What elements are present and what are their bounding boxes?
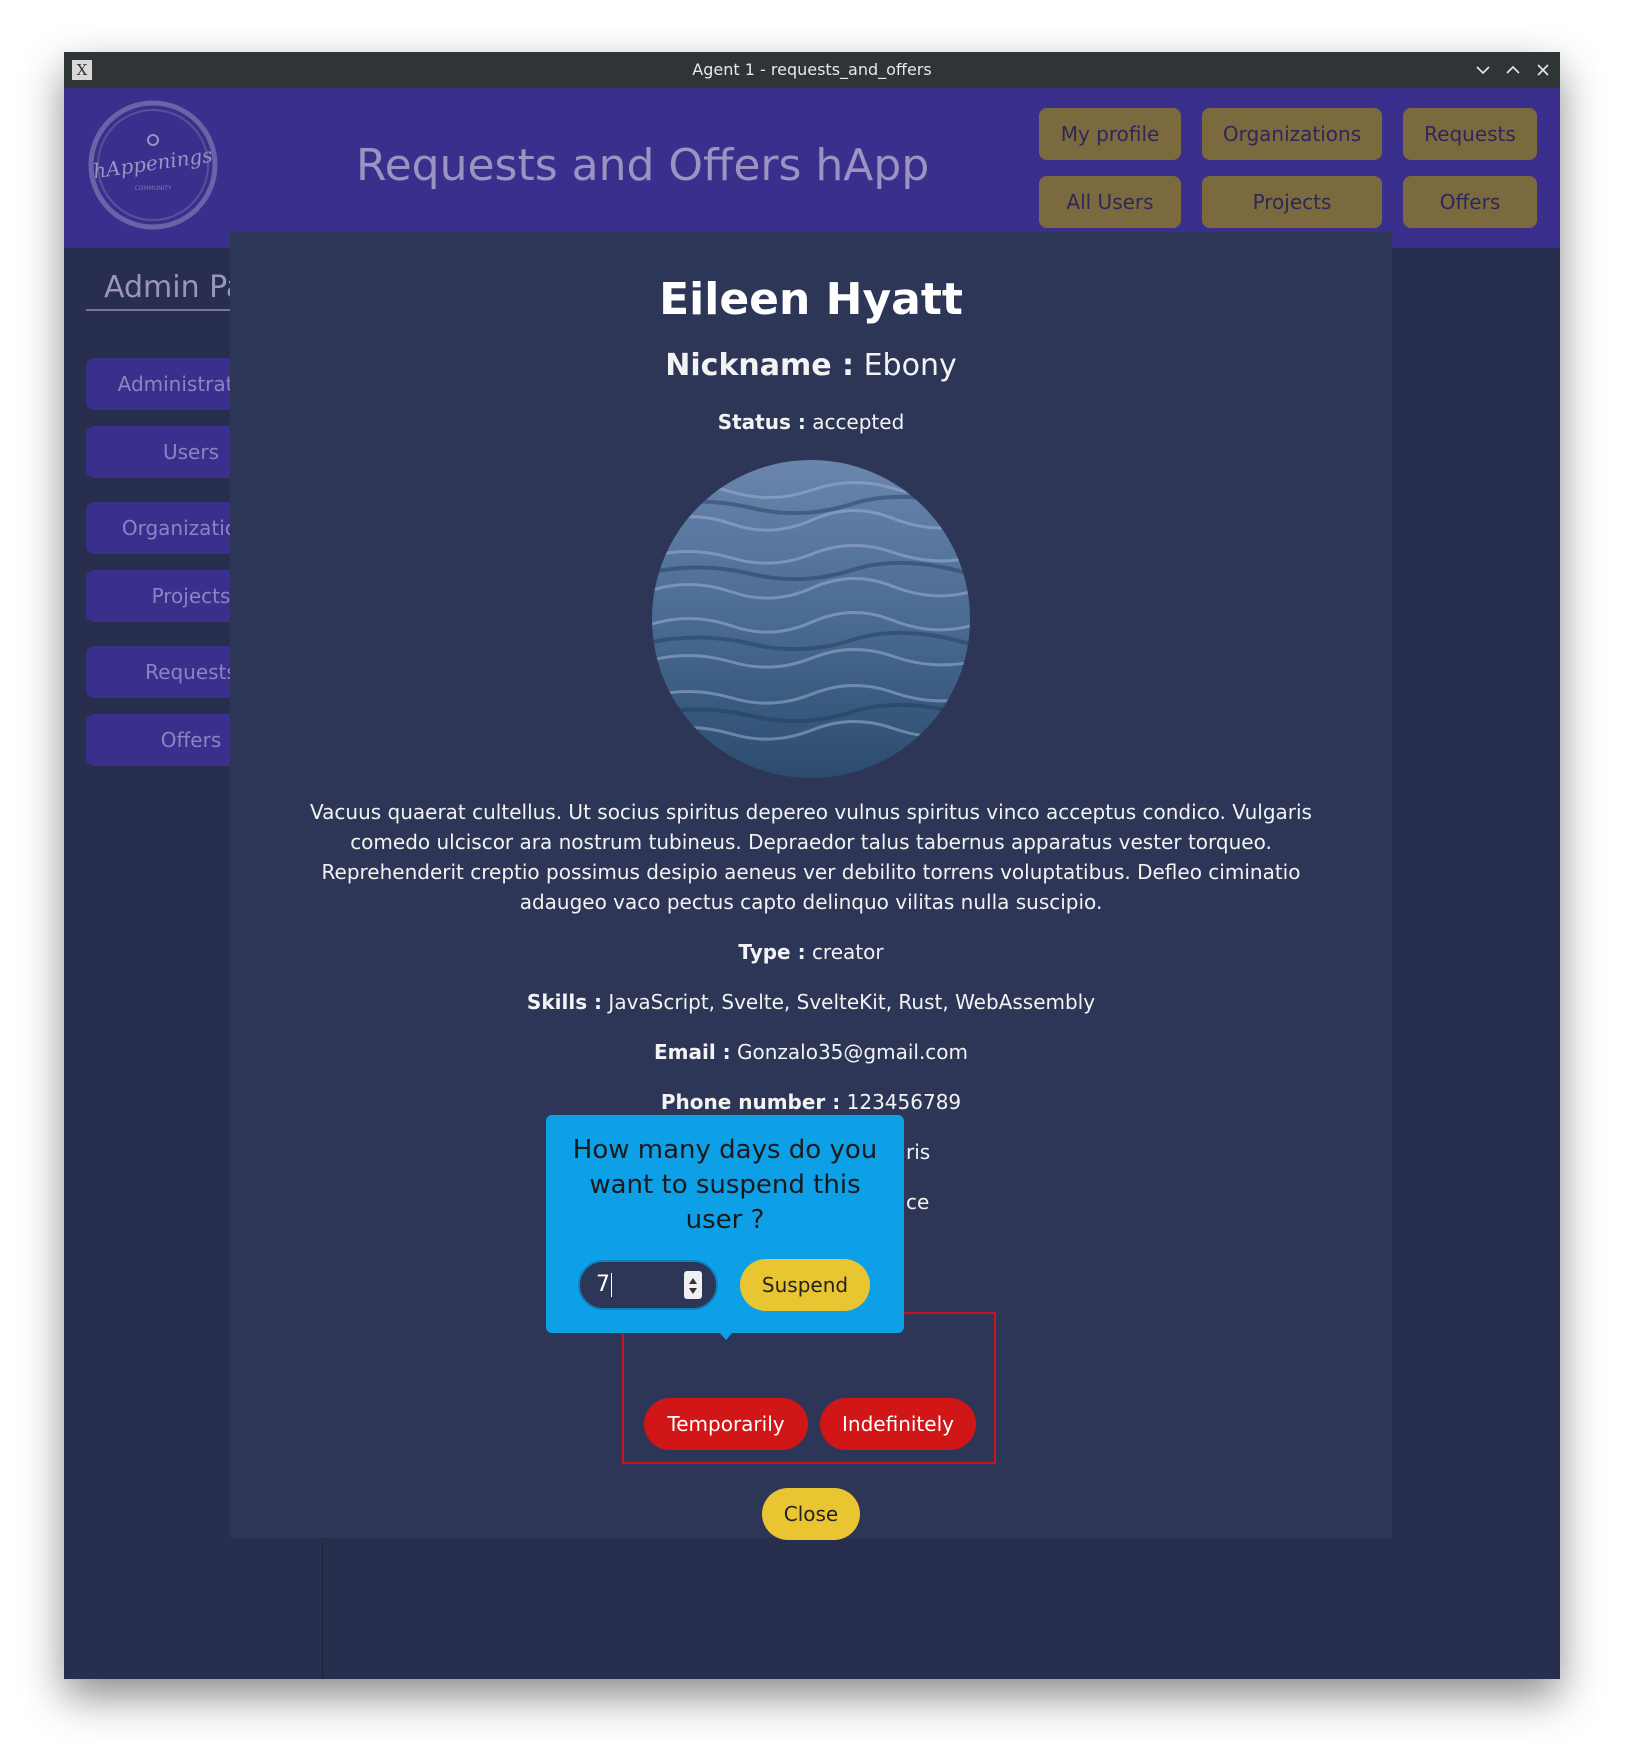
suspend-days-value: 7 bbox=[596, 1272, 610, 1297]
popover-arrow bbox=[718, 1331, 734, 1340]
nav-projects-button[interactable]: Projects bbox=[1202, 176, 1382, 228]
avatar bbox=[652, 460, 970, 778]
skills-value: JavaScript, Svelte, SvelteKit, Rust, Web… bbox=[608, 990, 1096, 1014]
partially-hidden-field-2: ce bbox=[906, 1190, 930, 1214]
user-name: Eileen Hyatt bbox=[659, 274, 963, 325]
suspend-days-question: How many days do you want to suspend thi… bbox=[572, 1135, 878, 1235]
logo-text: hAppenings bbox=[92, 143, 214, 183]
nav-my-profile-button[interactable]: My profile bbox=[1039, 108, 1181, 160]
type-label: Type : bbox=[738, 940, 806, 964]
happenings-logo[interactable]: hAppenings COMMUNITY bbox=[86, 98, 220, 232]
nickname-value: Ebony bbox=[863, 348, 957, 383]
number-stepper-icon[interactable] bbox=[684, 1271, 702, 1299]
suspend-indefinitely-button[interactable]: Indefinitely bbox=[820, 1398, 976, 1450]
status-value: accepted bbox=[812, 410, 905, 434]
nav-offers-button[interactable]: Offers bbox=[1403, 176, 1537, 228]
suspend-days-input[interactable]: 7 bbox=[578, 1260, 718, 1310]
type-value: creator bbox=[811, 940, 884, 964]
suspend-temporarily-button[interactable]: Temporarily bbox=[644, 1398, 808, 1450]
phone-line: Phone number : 123456789 bbox=[230, 1090, 1392, 1114]
nav-organizations-button[interactable]: Organizations bbox=[1202, 108, 1382, 160]
avatar-water-image bbox=[652, 460, 970, 778]
close-modal-button[interactable]: Close bbox=[762, 1488, 860, 1540]
user-bio: Vacuus quaerat cultellus. Ut socius spir… bbox=[310, 800, 1312, 914]
type-line: Type : creator bbox=[230, 940, 1392, 964]
app-title: Requests and Offers hApp bbox=[356, 140, 930, 191]
status-line: Status : accepted bbox=[230, 410, 1392, 434]
skills-label: Skills : bbox=[526, 990, 603, 1014]
app-header: hAppenings COMMUNITY Requests and Offers… bbox=[64, 88, 1560, 248]
suspend-button[interactable]: Suspend bbox=[740, 1259, 870, 1311]
user-profile-modal: Eileen Hyatt Nickname : Ebony Status : a… bbox=[230, 232, 1392, 1540]
logo-subtext: COMMUNITY bbox=[134, 185, 172, 192]
partially-hidden-field-1: ris bbox=[906, 1140, 931, 1164]
email-value: Gonzalo35@gmail.com bbox=[737, 1040, 969, 1064]
close-window-icon[interactable] bbox=[1532, 59, 1554, 81]
titlebar: X Agent 1 - requests_and_offers bbox=[64, 52, 1560, 88]
app-window: X Agent 1 - requests_and_offers hAppenin… bbox=[64, 52, 1560, 1679]
suspend-days-popover: How many days do you want to suspend thi… bbox=[546, 1115, 904, 1340]
nav-all-users-button[interactable]: All Users bbox=[1039, 176, 1181, 228]
phone-label: Phone number : bbox=[660, 1090, 841, 1114]
minimize-icon[interactable] bbox=[1472, 59, 1494, 81]
sidebar-divider bbox=[322, 1542, 323, 1679]
phone-value: 123456789 bbox=[846, 1090, 962, 1114]
nav-requests-button[interactable]: Requests bbox=[1403, 108, 1537, 160]
email-line: Email : Gonzalo35@gmail.com bbox=[230, 1040, 1392, 1064]
nickname-line: Nickname : Ebony bbox=[230, 348, 1392, 383]
email-label: Email : bbox=[653, 1040, 731, 1064]
skills-line: Skills : JavaScript, Svelte, SvelteKit, … bbox=[230, 990, 1392, 1014]
status-label: Status : bbox=[717, 410, 806, 434]
window-title: Agent 1 - requests_and_offers bbox=[692, 60, 932, 79]
maximize-icon[interactable] bbox=[1502, 59, 1524, 81]
nickname-label: Nickname : bbox=[665, 348, 855, 383]
